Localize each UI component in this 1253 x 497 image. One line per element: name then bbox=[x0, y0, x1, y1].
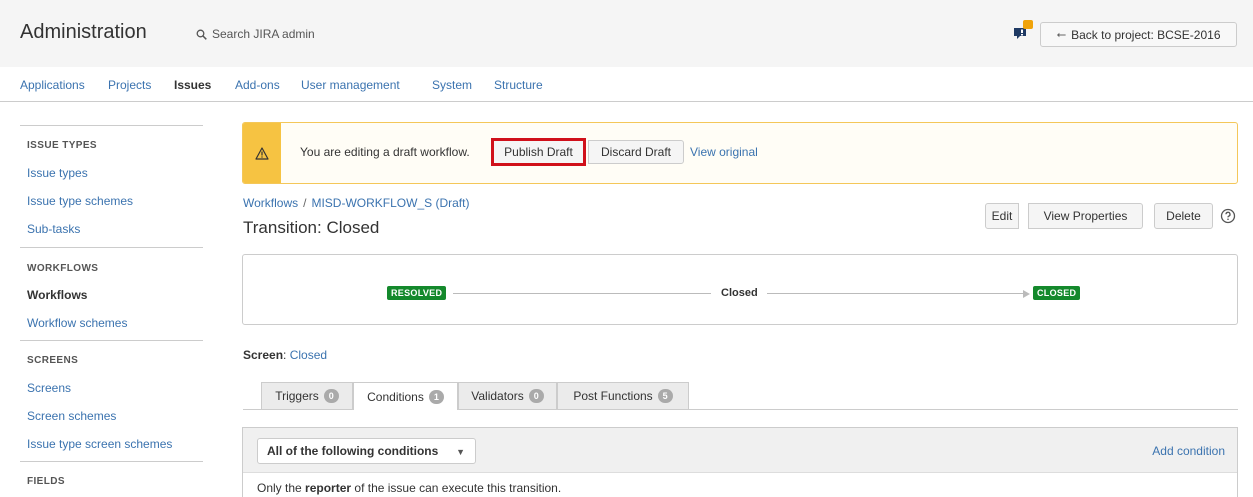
sidebar-heading-issue-types: ISSUE TYPES bbox=[27, 140, 97, 151]
draft-warning-banner: You are editing a draft workflow. Publis… bbox=[242, 122, 1238, 184]
sidebar-item-workflow-schemes[interactable]: Workflow schemes bbox=[27, 316, 127, 330]
tab-triggers[interactable]: Triggers 0 bbox=[261, 382, 353, 409]
breadcrumb: Workflows / MISD-WORKFLOW_S (Draft) bbox=[243, 196, 469, 210]
from-status-lozenge: RESOLVED bbox=[387, 286, 447, 300]
transition-label: Closed bbox=[721, 287, 758, 299]
view-original-link[interactable]: View original bbox=[690, 145, 758, 159]
transition-line bbox=[767, 293, 1023, 294]
sidebar-item-issue-types[interactable]: Issue types bbox=[27, 166, 88, 180]
nav-add-ons[interactable]: Add-ons bbox=[235, 78, 280, 92]
add-condition-link[interactable]: Add condition bbox=[1152, 444, 1225, 458]
warning-icon bbox=[255, 146, 269, 160]
delete-button[interactable]: Delete bbox=[1154, 203, 1213, 229]
search-label: Search JIRA admin bbox=[212, 27, 315, 41]
nav-applications[interactable]: Applications bbox=[20, 78, 85, 92]
screen-row: Screen: Closed bbox=[243, 348, 328, 362]
breadcrumb-separator: / bbox=[303, 196, 307, 210]
conditions-panel: All of the following conditions ▼ Add co… bbox=[242, 427, 1238, 497]
chevron-down-icon: ▼ bbox=[456, 447, 465, 457]
draft-message: You are editing a draft workflow. bbox=[300, 145, 470, 159]
tab-label: Post Functions bbox=[573, 389, 653, 403]
sidebar-heading-screens: SCREENS bbox=[27, 355, 79, 366]
condition-row: Only the reporter of the issue can execu… bbox=[243, 472, 1237, 497]
banner-side bbox=[243, 123, 281, 183]
condition-prefix: Only the bbox=[257, 481, 302, 495]
sidebar-heading-workflows: WORKFLOWS bbox=[27, 263, 99, 274]
nav-projects[interactable]: Projects bbox=[108, 78, 151, 92]
screen-label: Screen bbox=[243, 348, 284, 362]
transition-arrow-icon bbox=[1023, 290, 1030, 298]
sidebar-heading-fields: FIELDS bbox=[27, 476, 65, 487]
search-icon bbox=[196, 29, 207, 40]
sidebar-item-sub-tasks[interactable]: Sub-tasks bbox=[27, 222, 80, 236]
view-properties-button[interactable]: View Properties bbox=[1028, 203, 1143, 229]
condition-reporter: reporter bbox=[305, 481, 352, 495]
edit-button[interactable]: Edit bbox=[985, 203, 1019, 229]
back-to-project-button[interactable]: ⭠ Back to project: BCSE-2016 bbox=[1040, 22, 1237, 47]
to-status-lozenge: CLOSED bbox=[1033, 286, 1081, 300]
sidebar-item-issue-type-schemes[interactable]: Issue type schemes bbox=[27, 194, 133, 208]
tab-label: Conditions bbox=[367, 389, 424, 404]
tab-count-badge: 0 bbox=[323, 389, 339, 403]
conditions-logic-value: All of the following conditions bbox=[267, 444, 439, 458]
sidebar-divider bbox=[20, 340, 203, 341]
admin-nav: Applications Projects Issues Add-ons Use… bbox=[0, 67, 1253, 102]
tab-label: Validators bbox=[471, 389, 524, 403]
transition-diagram: RESOLVED Closed CLOSED bbox=[242, 254, 1238, 325]
sidebar-divider bbox=[20, 461, 203, 462]
nav-structure[interactable]: Structure bbox=[494, 78, 543, 92]
back-arrow-icon: ⭠ bbox=[1056, 27, 1067, 41]
tab-conditions[interactable]: Conditions 1 bbox=[353, 382, 458, 410]
condition-text: Only the reporter of the issue can execu… bbox=[257, 481, 561, 495]
nav-issues[interactable]: Issues bbox=[174, 78, 211, 92]
condition-suffix: of the issue can execute this transition… bbox=[354, 481, 562, 495]
sidebar-item-workflows[interactable]: Workflows bbox=[27, 288, 87, 302]
tab-label: Triggers bbox=[275, 389, 319, 403]
help-icon[interactable] bbox=[1220, 208, 1236, 224]
tab-count-badge: 1 bbox=[428, 389, 444, 404]
sidebar-item-issue-type-screen-schemes[interactable]: Issue type screen schemes bbox=[27, 437, 172, 451]
sidebar-item-screen-schemes[interactable]: Screen schemes bbox=[27, 409, 116, 423]
admin-search[interactable]: Search JIRA admin bbox=[196, 27, 315, 41]
screen-link[interactable]: Closed bbox=[290, 348, 327, 362]
discard-draft-button[interactable]: Discard Draft bbox=[588, 140, 684, 164]
transition-line bbox=[453, 293, 711, 294]
nav-system[interactable]: System bbox=[432, 78, 472, 92]
tab-count-badge: 5 bbox=[657, 389, 673, 403]
sidebar-divider bbox=[20, 125, 203, 126]
sidebar-divider bbox=[20, 247, 203, 248]
conditions-logic-select[interactable]: All of the following conditions ▼ bbox=[257, 438, 476, 464]
tab-count-badge: 0 bbox=[528, 389, 544, 403]
tab-post-functions[interactable]: Post Functions 5 bbox=[557, 382, 689, 409]
tab-validators[interactable]: Validators 0 bbox=[458, 382, 557, 409]
publish-draft-button[interactable]: Publish Draft bbox=[491, 138, 586, 166]
breadcrumb-workflows[interactable]: Workflows bbox=[243, 196, 298, 210]
back-button-label: Back to project: BCSE-2016 bbox=[1071, 27, 1221, 42]
page-title: Transition: Closed bbox=[243, 218, 380, 237]
admin-title: Administration bbox=[20, 21, 147, 43]
notification-icon[interactable] bbox=[1012, 19, 1034, 43]
sidebar-item-screens[interactable]: Screens bbox=[27, 381, 71, 395]
nav-user-management[interactable]: User management bbox=[301, 78, 400, 92]
admin-header: Administration Search JIRA admin ⭠ Back … bbox=[0, 0, 1253, 67]
breadcrumb-current[interactable]: MISD-WORKFLOW_S (Draft) bbox=[311, 196, 469, 210]
